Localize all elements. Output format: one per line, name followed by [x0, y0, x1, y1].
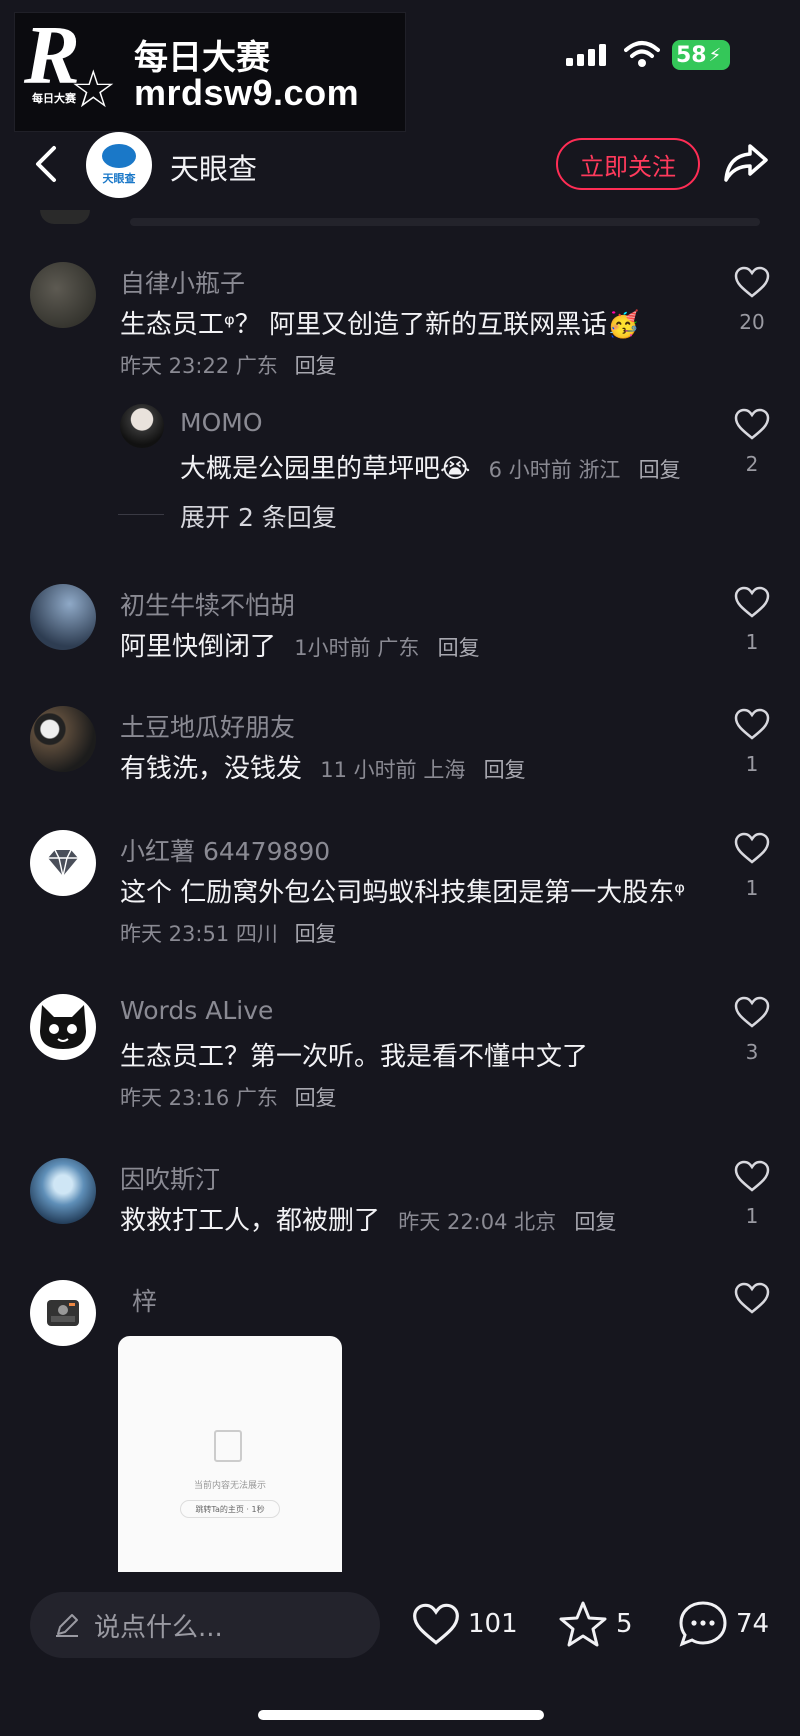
commenter-avatar[interactable] [30, 1158, 96, 1224]
reply-text[interactable]: 大概是公园里的草坪吧😭 [180, 454, 470, 484]
reply-avatar[interactable] [120, 404, 164, 448]
image-unavailable-caption: 当前内容无法展示 [193, 1481, 266, 1491]
camera-icon [47, 1300, 79, 1326]
previous-content-edge [130, 218, 760, 226]
heart-icon [413, 1603, 459, 1645]
watermark-domain: mrdsw9.com [134, 72, 360, 113]
like-heart-icon[interactable] [734, 832, 770, 864]
home-indicator[interactable] [258, 1710, 544, 1720]
comment-text-row: 救救打工人，都被删了 昨天 22:04 北京 回复 [120, 1200, 616, 1237]
commenter-avatar[interactable] [30, 994, 96, 1060]
cat-icon [40, 1005, 86, 1049]
broken-image-icon [214, 1430, 242, 1462]
account-avatar[interactable]: 天眼查 [86, 132, 152, 198]
like-heart-icon[interactable] [734, 708, 770, 740]
commenter-avatar[interactable] [30, 1280, 96, 1346]
back-chevron-icon[interactable] [32, 144, 58, 184]
comment-text[interactable]: 生态员工ᵠ？ 阿里又创造了新的互联网黑话🥳 [120, 304, 639, 341]
reply-button[interactable]: 回复 [295, 922, 337, 946]
comment-text-row: 阿里快倒闭了 1小时前 广东 回复 [120, 626, 480, 663]
account-logo-icon [102, 144, 136, 168]
like-count: 3 [745, 1040, 759, 1064]
comment-username[interactable]: Words ALive [120, 996, 273, 1025]
expand-divider [118, 514, 164, 515]
reply-button[interactable]: 回复 [438, 636, 480, 660]
reply-meta: 6 小时前 浙江 [488, 458, 621, 482]
jump-profile-button[interactable]: 跳转Ta的主页 · 1秒 [180, 1500, 280, 1518]
reply-button[interactable]: 回复 [574, 1210, 616, 1234]
reply-button[interactable]: 回复 [639, 458, 681, 482]
comment-input-placeholder: 说点什么... [94, 1612, 223, 1643]
star-icon [559, 1601, 607, 1647]
like-count: 1 [745, 1204, 759, 1228]
like-heart-icon[interactable] [734, 1282, 770, 1314]
favorite-total: 5 [616, 1609, 633, 1639]
pencil-icon [56, 1614, 78, 1637]
like-heart-icon[interactable] [734, 266, 770, 298]
comment-username[interactable]: 梓 [132, 1282, 157, 1318]
battery-indicator: 58 ⚡ [672, 40, 730, 70]
comment-text[interactable]: 生态员工？第一次听。我是看不懂中文了 [120, 1036, 588, 1073]
comment-username[interactable]: 自律小瓶子 [120, 264, 245, 300]
like-heart-icon[interactable] [734, 996, 770, 1028]
comment-text[interactable]: 阿里快倒闭了 [120, 632, 276, 662]
comment-text-row: 有钱洗，没钱发 11 小时前 上海 回复 [120, 748, 526, 785]
reply-username[interactable]: MOMO [180, 408, 263, 437]
commenter-avatar[interactable] [30, 262, 96, 328]
comment-meta: 昨天 23:16 广东 [120, 1086, 278, 1110]
comment-meta: 昨天 22:04 北京 [398, 1210, 557, 1234]
comment-meta: 昨天 23:51 四川 [120, 922, 278, 946]
watermark-small-text: 每日大赛 [32, 92, 76, 105]
commenter-avatar[interactable] [30, 706, 96, 772]
wifi-icon [624, 41, 660, 67]
commenter-avatar[interactable] [30, 830, 96, 896]
comment-username[interactable]: 初生牛犊不怕胡 [120, 586, 295, 622]
reply-button[interactable]: 回复 [295, 1086, 337, 1110]
comment-meta: 昨天 23:22 广东 [120, 354, 278, 378]
like-count: 20 [739, 310, 765, 334]
share-icon[interactable] [722, 140, 770, 184]
like-heart-icon[interactable] [734, 408, 770, 440]
comment-bubble-icon [679, 1601, 727, 1647]
like-count: 1 [745, 876, 759, 900]
diamond-icon [48, 849, 78, 877]
comment-text[interactable]: 有钱洗，没钱发 [120, 754, 302, 784]
comment-meta-row: 昨天 23:51 四川 回复 [120, 918, 337, 948]
comment-action[interactable]: 74 [678, 1600, 769, 1648]
favorite-action[interactable]: 5 [558, 1600, 633, 1648]
comment-image[interactable]: 当前内容无法展示 跳转Ta的主页 · 1秒 [118, 1336, 342, 1572]
previous-avatar-edge [40, 210, 90, 224]
comment-text[interactable]: 这个 仁励窝外包公司蚂蚁科技集团是第一大股东ᵠ [120, 872, 685, 909]
expand-replies-button[interactable]: 展开 2 条回复 [180, 498, 337, 534]
comment-input[interactable]: 说点什么... [30, 1592, 380, 1658]
account-name[interactable]: 天眼查 [170, 146, 257, 188]
comment-total: 74 [736, 1609, 770, 1639]
account-avatar-text: 天眼查 [102, 172, 136, 185]
comment-text[interactable]: 救救打工人，都被删了 [120, 1206, 380, 1236]
like-count: 2 [745, 452, 759, 476]
comment-meta: 11 小时前 上海 [320, 758, 466, 782]
reply-text-row: 大概是公园里的草坪吧😭 6 小时前 浙江 回复 [180, 448, 681, 485]
commenter-avatar[interactable] [30, 584, 96, 650]
like-action[interactable]: 101 [412, 1602, 518, 1646]
comment-meta-row: 昨天 23:22 广东 回复 [120, 350, 337, 380]
like-total: 101 [468, 1609, 518, 1639]
reply-button[interactable]: 回复 [484, 758, 526, 782]
like-heart-icon[interactable] [734, 1160, 770, 1192]
comment-username[interactable]: 小红薯 64479890 [120, 832, 330, 868]
reply-button[interactable]: 回复 [295, 354, 337, 378]
watermark-star-icon: ☆ [70, 60, 117, 120]
like-heart-icon[interactable] [734, 586, 770, 618]
charging-bolt-icon: ⚡ [708, 44, 722, 66]
comment-username[interactable]: 因吹斯汀 [120, 1160, 220, 1196]
battery-level: 58 [676, 42, 707, 68]
comment-meta-row: 昨天 23:16 广东 回复 [120, 1082, 337, 1112]
comment-username[interactable]: 土豆地瓜好朋友 [120, 708, 295, 744]
follow-button[interactable]: 立即关注 [556, 138, 700, 190]
comment-meta: 1小时前 广东 [294, 636, 420, 660]
like-count: 1 [745, 630, 759, 654]
like-count: 1 [745, 752, 759, 776]
signal-icon [566, 44, 606, 66]
